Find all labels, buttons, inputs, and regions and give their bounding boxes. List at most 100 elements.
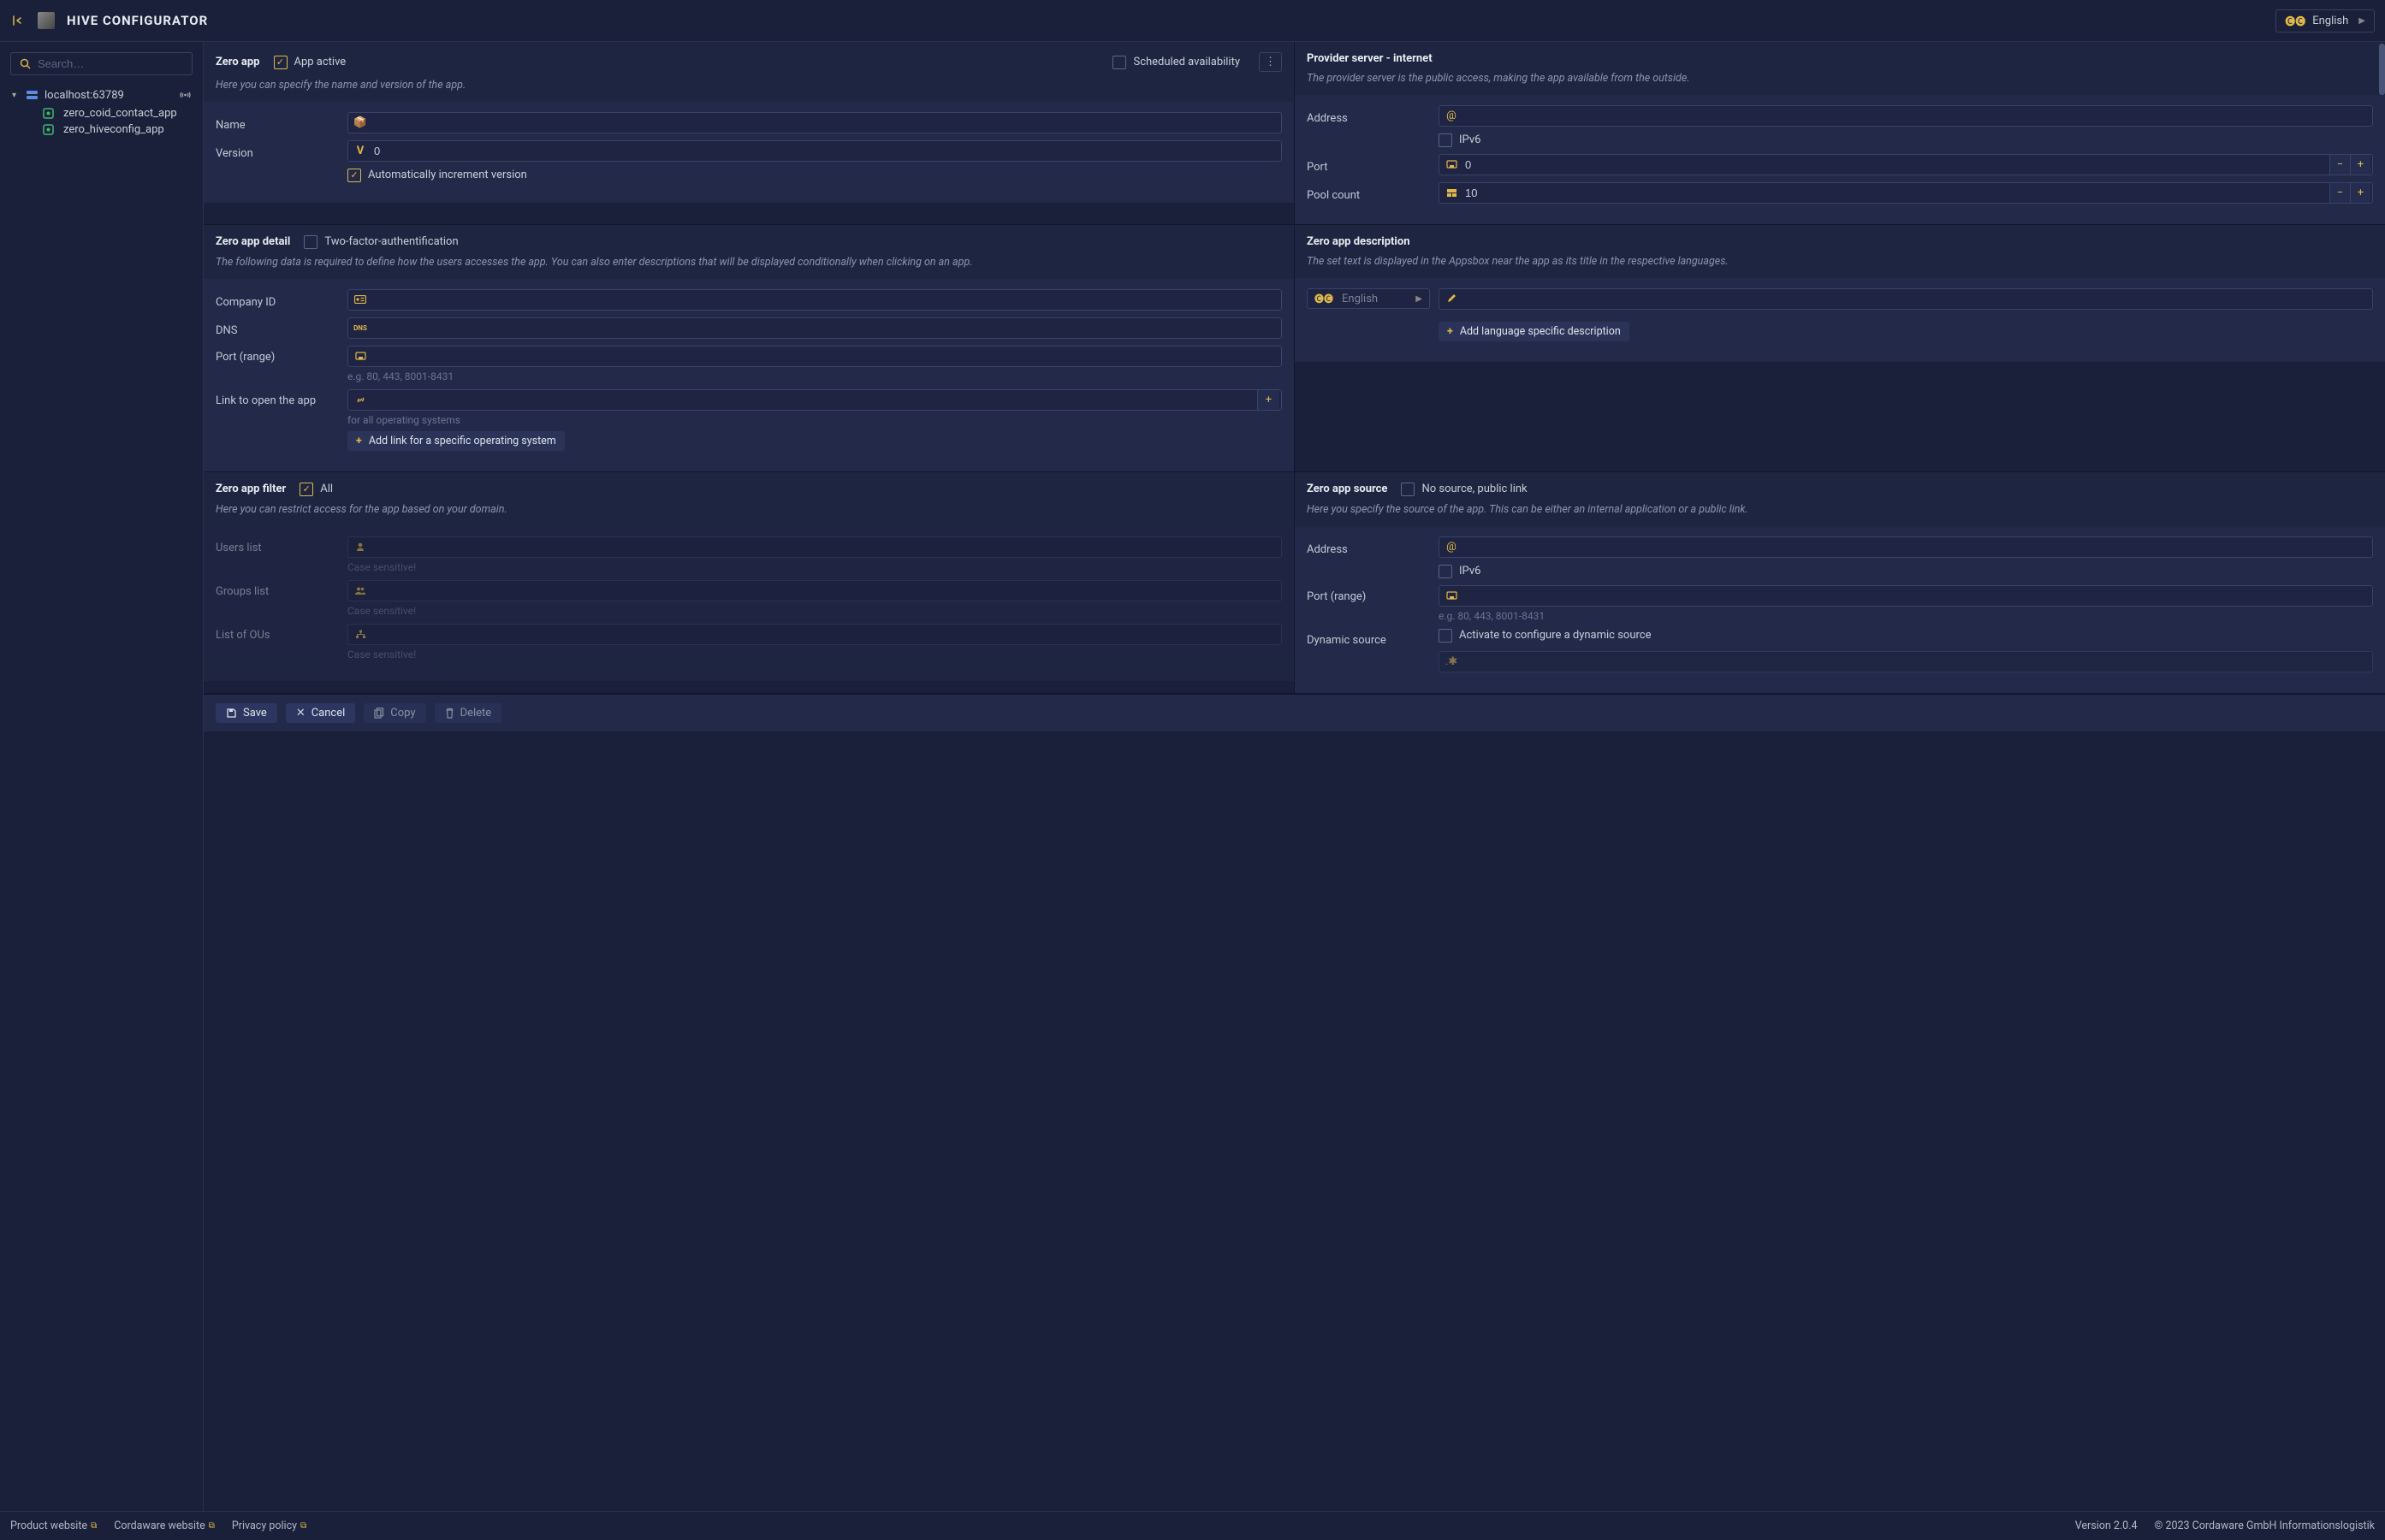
app-active-checkbox[interactable]: ✓ App active bbox=[274, 56, 347, 69]
address-label: Address bbox=[1307, 107, 1439, 125]
dns-input[interactable] bbox=[371, 318, 1279, 338]
dynamic-source-input[interactable] bbox=[1462, 652, 2370, 672]
pool-decrement[interactable]: − bbox=[2329, 183, 2350, 203]
source-port-range-input[interactable] bbox=[1462, 586, 2370, 606]
source-address-input[interactable] bbox=[1462, 537, 2370, 557]
tree-item[interactable]: zero_coid_contact_app bbox=[43, 105, 193, 121]
source-ipv6-checkbox[interactable]: IPv6 bbox=[1439, 565, 2373, 578]
port-increment[interactable]: + bbox=[2350, 155, 2370, 175]
closed-caption-icon: 🅒🅒 bbox=[2285, 14, 2305, 28]
ethernet-icon bbox=[350, 352, 371, 361]
link-icon bbox=[350, 394, 371, 406]
link-input[interactable] bbox=[371, 390, 1257, 410]
trash-icon bbox=[445, 708, 454, 719]
section-title-source: Zero app source bbox=[1307, 483, 1387, 495]
section-title-detail: Zero app detail bbox=[216, 235, 290, 248]
closed-caption-icon: 🅒🅒 bbox=[1314, 292, 1333, 305]
no-source-checkbox[interactable]: No source, public link bbox=[1401, 483, 1527, 496]
checkbox-icon bbox=[1112, 56, 1126, 69]
auto-increment-checkbox[interactable]: ✓ Automatically increment version bbox=[347, 169, 1282, 182]
group-icon bbox=[350, 586, 371, 595]
version-input[interactable] bbox=[371, 141, 1279, 161]
broadcast-icon[interactable] bbox=[180, 91, 191, 100]
dynamic-source-checkbox[interactable]: Activate to configure a dynamic source bbox=[1439, 629, 2373, 643]
save-button[interactable]: Save bbox=[216, 703, 277, 723]
pool-increment[interactable]: + bbox=[2350, 183, 2370, 203]
package-icon: 📦 bbox=[350, 116, 371, 129]
provider-ipv6-checkbox[interactable]: IPv6 bbox=[1439, 133, 2373, 147]
link-add-button[interactable]: + bbox=[1257, 390, 1279, 410]
more-options-button[interactable]: ⋮ bbox=[1259, 52, 1282, 72]
checkbox-icon bbox=[304, 235, 317, 249]
port-decrement[interactable]: − bbox=[2329, 155, 2350, 175]
plus-icon: + bbox=[356, 435, 362, 447]
cordaware-website-link[interactable]: Cordaware website ⧉ bbox=[114, 1519, 215, 1532]
chevron-right-icon: ▶ bbox=[1415, 294, 1422, 304]
description-language-select[interactable]: 🅒🅒 English ▶ bbox=[1307, 288, 1430, 309]
cancel-button[interactable]: ✕ Cancel bbox=[286, 703, 355, 723]
app-box-icon bbox=[43, 124, 56, 135]
source-address-label: Address bbox=[1307, 538, 1439, 556]
org-tree-icon bbox=[350, 630, 371, 639]
pencil-icon bbox=[1441, 293, 1462, 304]
scheduled-availability-checkbox[interactable]: Scheduled availability bbox=[1112, 56, 1240, 69]
copyright-text: © 2023 Cordaware GmbH Informationslogist… bbox=[2155, 1519, 2375, 1532]
tree-item[interactable]: zero_hiveconfig_app bbox=[43, 121, 193, 138]
provider-port-input[interactable] bbox=[1462, 155, 2329, 175]
tfa-checkbox[interactable]: Two-factor-authentification bbox=[304, 235, 458, 249]
user-icon bbox=[350, 542, 371, 552]
sidebar-collapse-button[interactable] bbox=[10, 10, 26, 31]
app-title: HIVE CONFIGURATOR bbox=[67, 13, 208, 28]
provider-address-input[interactable] bbox=[1462, 106, 2370, 126]
checkbox-icon bbox=[1401, 483, 1415, 496]
section-desc: The following data is required to define… bbox=[216, 256, 1282, 270]
description-input[interactable] bbox=[1462, 289, 2370, 309]
plus-icon: + bbox=[1447, 325, 1453, 338]
name-label: Name bbox=[216, 114, 347, 132]
section-title-description: Zero app description bbox=[1307, 235, 1410, 248]
groups-list-input[interactable] bbox=[371, 581, 1279, 601]
add-os-link-button[interactable]: + Add link for a specific operating syst… bbox=[347, 431, 565, 451]
users-list-input[interactable] bbox=[371, 537, 1279, 557]
language-selector[interactable]: 🅒🅒 English ▶ bbox=[2275, 9, 2375, 33]
add-language-description-button[interactable]: + Add language specific description bbox=[1439, 322, 1629, 341]
section-desc: Here you can restrict access for the app… bbox=[216, 503, 1282, 518]
ethernet-icon bbox=[1441, 591, 1462, 601]
dns-icon: DNS bbox=[350, 324, 371, 332]
checkbox-icon: ✓ bbox=[300, 483, 313, 496]
version-icon: V bbox=[350, 145, 371, 157]
tree-root[interactable]: ▾ localhost:63789 bbox=[10, 86, 193, 105]
checkbox-icon bbox=[1439, 565, 1452, 578]
dynamic-source-label: Dynamic source bbox=[1307, 629, 1439, 647]
copy-button[interactable]: Copy bbox=[364, 703, 425, 723]
port-range-input[interactable] bbox=[371, 346, 1279, 366]
name-input[interactable] bbox=[371, 113, 1279, 133]
pool-count-input[interactable] bbox=[1462, 183, 2329, 203]
source-port-hint: e.g. 80, 443, 8001-8431 bbox=[1439, 610, 2373, 622]
delete-button[interactable]: Delete bbox=[435, 703, 502, 723]
version-text: Version 2.0.4 bbox=[2075, 1519, 2138, 1532]
external-link-icon: ⧉ bbox=[209, 1521, 215, 1531]
link-label: Link to open the app bbox=[216, 389, 347, 407]
company-id-input[interactable] bbox=[371, 290, 1279, 310]
search-box[interactable] bbox=[10, 52, 193, 75]
at-icon: @ bbox=[1441, 541, 1462, 554]
external-link-icon: ⧉ bbox=[300, 1521, 306, 1531]
scrollbar[interactable] bbox=[2376, 42, 2385, 1511]
filter-all-checkbox[interactable]: ✓ All bbox=[300, 483, 333, 496]
port-range-hint: e.g. 80, 443, 8001-8431 bbox=[347, 370, 1282, 382]
case-sensitive-hint: Case sensitive! bbox=[347, 561, 1282, 573]
privacy-policy-link[interactable]: Privacy policy ⧉ bbox=[232, 1519, 306, 1532]
company-id-label: Company ID bbox=[216, 291, 347, 309]
product-website-link[interactable]: Product website ⧉ bbox=[10, 1519, 97, 1532]
save-icon bbox=[226, 708, 237, 719]
groups-list-label: Groups list bbox=[216, 580, 347, 598]
section-title-filter: Zero app filter bbox=[216, 483, 286, 495]
search-input[interactable] bbox=[38, 57, 188, 70]
at-icon: @ bbox=[1441, 110, 1462, 122]
regex-icon: .✱ bbox=[1441, 655, 1462, 668]
checkbox-icon bbox=[1439, 629, 1452, 643]
ous-list-input[interactable] bbox=[371, 625, 1279, 644]
source-port-range-label: Port (range) bbox=[1307, 585, 1439, 603]
link-hint: for all operating systems bbox=[347, 414, 1282, 426]
